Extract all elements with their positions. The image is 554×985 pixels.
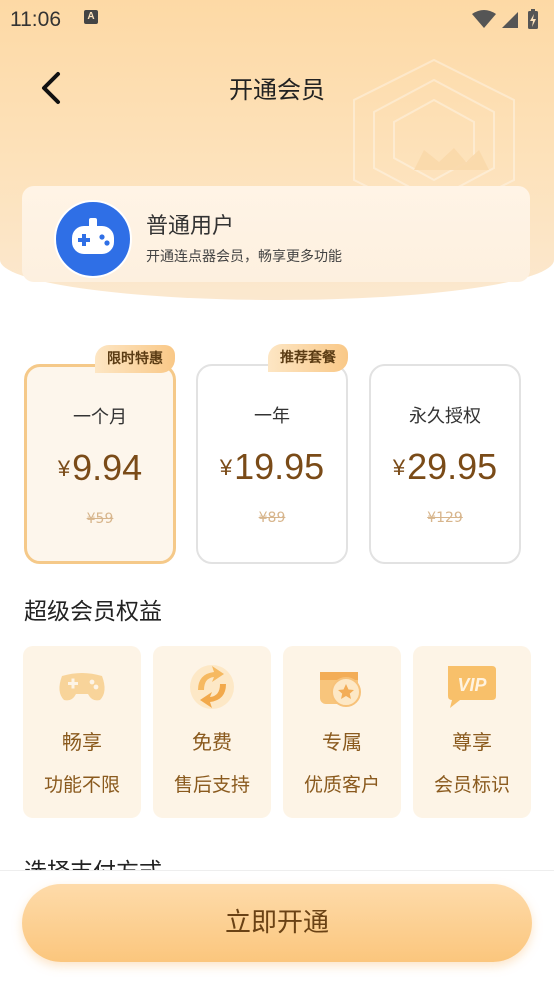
plan-tag: 推荐套餐 xyxy=(268,344,348,372)
benefit-card: 免费 售后支持 xyxy=(153,646,271,818)
wifi-icon xyxy=(472,10,496,28)
plan-original-price: ¥89 xyxy=(258,510,286,526)
benefit-subtitle: 功能不限 xyxy=(43,774,120,796)
price-value: 29.95 xyxy=(407,446,498,487)
payment-title: 选择支付方式 xyxy=(24,852,162,870)
benefit-card: 畅享 功能不限 xyxy=(23,646,141,818)
plan-price: ¥9.94 xyxy=(27,447,173,489)
page-title: 开通会员 xyxy=(229,76,325,104)
refresh-icon xyxy=(190,665,234,709)
signal-icon xyxy=(502,12,518,28)
plan-name: 永久授权 xyxy=(409,406,481,427)
benefit-title: 专属 xyxy=(322,730,362,754)
status-bar: 11:06 A xyxy=(0,0,554,38)
avatar xyxy=(54,200,132,278)
plan-card-monthly[interactable]: 限时特惠 一个月 ¥9.94 ¥59 xyxy=(24,345,176,564)
plan-price: ¥19.95 xyxy=(198,446,346,488)
payment-section: 选择支付方式 xyxy=(0,846,554,870)
plan-price: ¥29.95 xyxy=(371,446,519,488)
plan-card-yearly[interactable]: 推荐套餐 一年 ¥19.95 ¥89 xyxy=(196,344,348,564)
currency-symbol: ¥ xyxy=(219,455,233,480)
benefit-card: 专属 优质客户 xyxy=(283,646,401,818)
plan-original-price: ¥129 xyxy=(427,510,463,526)
plan-name: 一年 xyxy=(254,406,290,427)
benefit-title: 尊享 xyxy=(452,730,492,754)
price-value: 19.95 xyxy=(234,446,325,487)
star-badge-icon xyxy=(320,672,361,707)
currency-symbol: ¥ xyxy=(392,455,406,480)
status-indicator: A xyxy=(84,10,98,24)
benefit-subtitle: 售后支持 xyxy=(173,774,250,796)
plan-original-price: ¥59 xyxy=(86,511,114,527)
plan-tag: 限时特惠 xyxy=(95,345,175,373)
user-card: 普通用户 开通连点器会员，畅享更多功能 xyxy=(22,186,530,282)
price-value: 9.94 xyxy=(72,447,143,488)
benefit-card: VIP 尊享 会员标识 xyxy=(413,646,531,818)
user-name: 普通用户 xyxy=(146,214,235,239)
status-icons xyxy=(472,9,538,29)
benefits-title: 超级会员权益 xyxy=(24,599,162,625)
plan-name: 一个月 xyxy=(73,407,127,428)
benefit-title: 畅享 xyxy=(62,730,102,754)
gamepad-icon xyxy=(59,673,105,701)
benefit-subtitle: 会员标识 xyxy=(433,774,510,796)
benefit-title: 免费 xyxy=(192,730,232,754)
battery-charging-icon xyxy=(528,9,538,29)
currency-symbol: ¥ xyxy=(57,456,71,481)
benefit-subtitle: 优质客户 xyxy=(303,774,380,796)
status-time: 11:06 xyxy=(10,8,61,31)
gamepad-icon xyxy=(72,218,114,254)
subscribe-button[interactable]: 立即开通 xyxy=(22,884,532,962)
user-description: 开通连点器会员，畅享更多功能 xyxy=(146,249,342,265)
plan-card-lifetime[interactable]: 永久授权 ¥29.95 ¥129 xyxy=(369,364,521,564)
vip-icon: VIP xyxy=(448,666,496,708)
svg-text:VIP: VIP xyxy=(457,675,487,695)
